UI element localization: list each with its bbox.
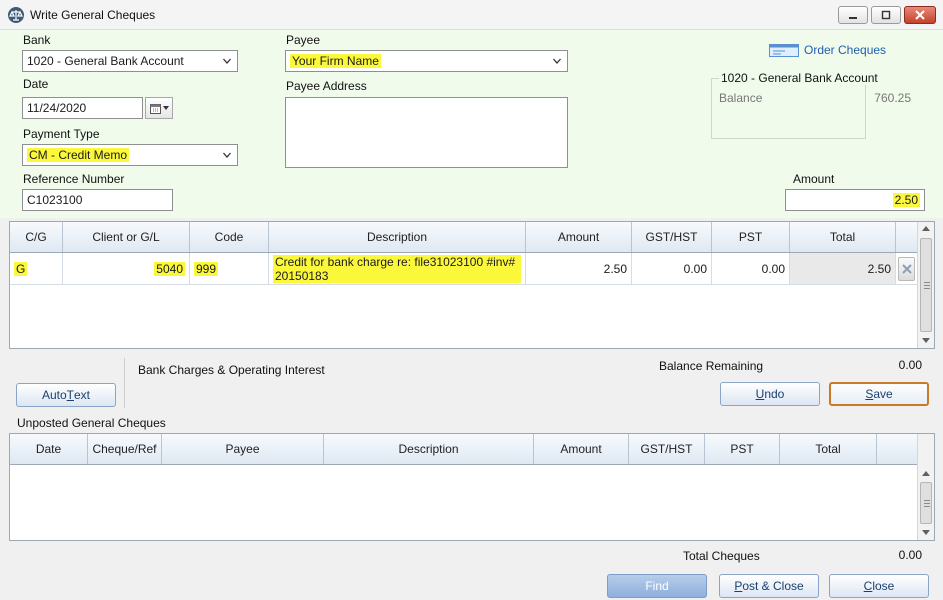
column-spacer [877, 434, 917, 464]
payment-type-select[interactable]: CM - Credit Memo [22, 144, 238, 166]
column-cheque-ref[interactable]: Cheque/Ref [88, 434, 162, 464]
column-cg[interactable]: C/G [10, 222, 63, 252]
payee-label: Payee [286, 33, 321, 47]
balance-remaining-value: 0.00 [898, 358, 922, 372]
amount-cell[interactable]: 2.50 [526, 253, 632, 284]
unposted-grid-scrollbar[interactable] [917, 434, 934, 540]
column-code[interactable]: Code [190, 222, 269, 252]
column-gst-hst[interactable]: GST/HST [632, 222, 712, 252]
autotext-button[interactable]: Auto Text [16, 383, 116, 407]
account-balance-panel [711, 78, 866, 139]
entry-grid-scrollbar[interactable] [917, 222, 934, 348]
column-date[interactable]: Date [10, 434, 88, 464]
column-amount[interactable]: Amount [534, 434, 629, 464]
unposted-cheques-title: Unposted General Cheques [17, 416, 166, 430]
undo-button[interactable]: Undo [720, 382, 820, 406]
scroll-up-icon[interactable] [922, 226, 930, 231]
table-row[interactable]: G 5040 999 Credit for bank charge re: fi… [10, 253, 917, 285]
column-payee[interactable]: Payee [162, 434, 324, 464]
cg-cell[interactable]: G [10, 253, 63, 284]
column-client-gl[interactable]: Client or G/L [63, 222, 190, 252]
column-description[interactable]: Description [324, 434, 534, 464]
date-picker-button[interactable] [145, 97, 173, 119]
payee-address-textarea[interactable] [285, 97, 568, 168]
post-and-close-button[interactable]: Post & Close [719, 574, 819, 598]
order-cheques-link[interactable]: Order Cheques [769, 42, 886, 58]
reference-number-label: Reference Number [23, 172, 125, 186]
unposted-grid-header: Date Cheque/Ref Payee Description Amount… [10, 434, 917, 465]
column-delete [896, 222, 917, 252]
chevron-down-icon [553, 58, 561, 64]
scroll-up-icon[interactable] [922, 471, 930, 476]
window-title: Write General Cheques [30, 8, 156, 22]
scroll-thumb[interactable] [920, 238, 932, 332]
column-total[interactable]: Total [790, 222, 896, 252]
client-gl-cell[interactable]: 5040 [63, 253, 190, 284]
save-button[interactable]: Save [829, 382, 929, 406]
unposted-cheques-grid: Date Cheque/Ref Payee Description Amount… [9, 433, 935, 541]
column-pst[interactable]: PST [712, 222, 790, 252]
close-button[interactable]: Close [829, 574, 929, 598]
close-window-button[interactable] [904, 6, 936, 24]
balance-value: 760.25 [874, 91, 911, 105]
scales-app-icon [8, 7, 24, 23]
minimize-icon [849, 17, 857, 19]
chevron-down-icon [162, 106, 169, 110]
find-button[interactable]: Find [607, 574, 707, 598]
delete-x-icon [901, 263, 912, 274]
column-amount[interactable]: Amount [526, 222, 632, 252]
reference-number-input[interactable]: C1023100 [22, 189, 173, 211]
column-pst[interactable]: PST [705, 434, 780, 464]
description-cell[interactable]: Credit for bank charge re: file31023100 … [269, 253, 526, 284]
amount-label: Amount [793, 172, 835, 186]
bank-select[interactable]: 1020 - General Bank Account [22, 50, 238, 72]
balance-remaining-label: Balance Remaining [659, 359, 764, 373]
payment-type-label: Payment Type [23, 127, 100, 141]
total-cheques-value: 0.00 [898, 548, 922, 562]
section-divider [124, 358, 125, 408]
column-gst-hst[interactable]: GST/HST [629, 434, 705, 464]
column-description[interactable]: Description [269, 222, 526, 252]
delete-row-button[interactable] [898, 256, 915, 281]
scroll-thumb[interactable] [920, 482, 932, 524]
scroll-down-icon[interactable] [922, 530, 930, 535]
pst-cell[interactable]: 0.00 [712, 253, 790, 284]
entry-grid-header: C/G Client or G/L Code Description Amoun… [10, 222, 917, 253]
balance-label: Balance [719, 91, 763, 105]
account-description-text: Bank Charges & Operating Interest [138, 363, 325, 377]
minimize-button[interactable] [838, 6, 868, 24]
bank-label: Bank [23, 33, 51, 47]
calendar-icon [149, 103, 161, 114]
amount-input[interactable]: 2.50 [785, 189, 925, 211]
scroll-down-icon[interactable] [922, 338, 930, 343]
chevron-down-icon [223, 152, 231, 158]
total-cell: 2.50 [790, 253, 896, 284]
delete-row-cell[interactable] [896, 253, 917, 284]
chevron-down-icon [223, 58, 231, 64]
column-total[interactable]: Total [780, 434, 877, 464]
restore-icon [881, 10, 891, 20]
date-input[interactable]: 11/24/2020 [22, 97, 143, 119]
payee-select[interactable]: Your Firm Name [285, 50, 568, 72]
total-cheques-label: Total Cheques [683, 549, 760, 563]
payee-address-label: Payee Address [286, 79, 367, 93]
date-label: Date [23, 77, 49, 91]
title-bar: Write General Cheques [0, 0, 943, 30]
gst-hst-cell[interactable]: 0.00 [632, 253, 712, 284]
code-cell[interactable]: 999 [190, 253, 269, 284]
cheque-entry-grid: C/G Client or G/L Code Description Amoun… [9, 221, 935, 349]
account-panel-title: 1020 - General Bank Account [719, 71, 880, 85]
cheque-icon [769, 44, 799, 57]
maximize-button[interactable] [871, 6, 901, 24]
close-icon [915, 10, 925, 20]
